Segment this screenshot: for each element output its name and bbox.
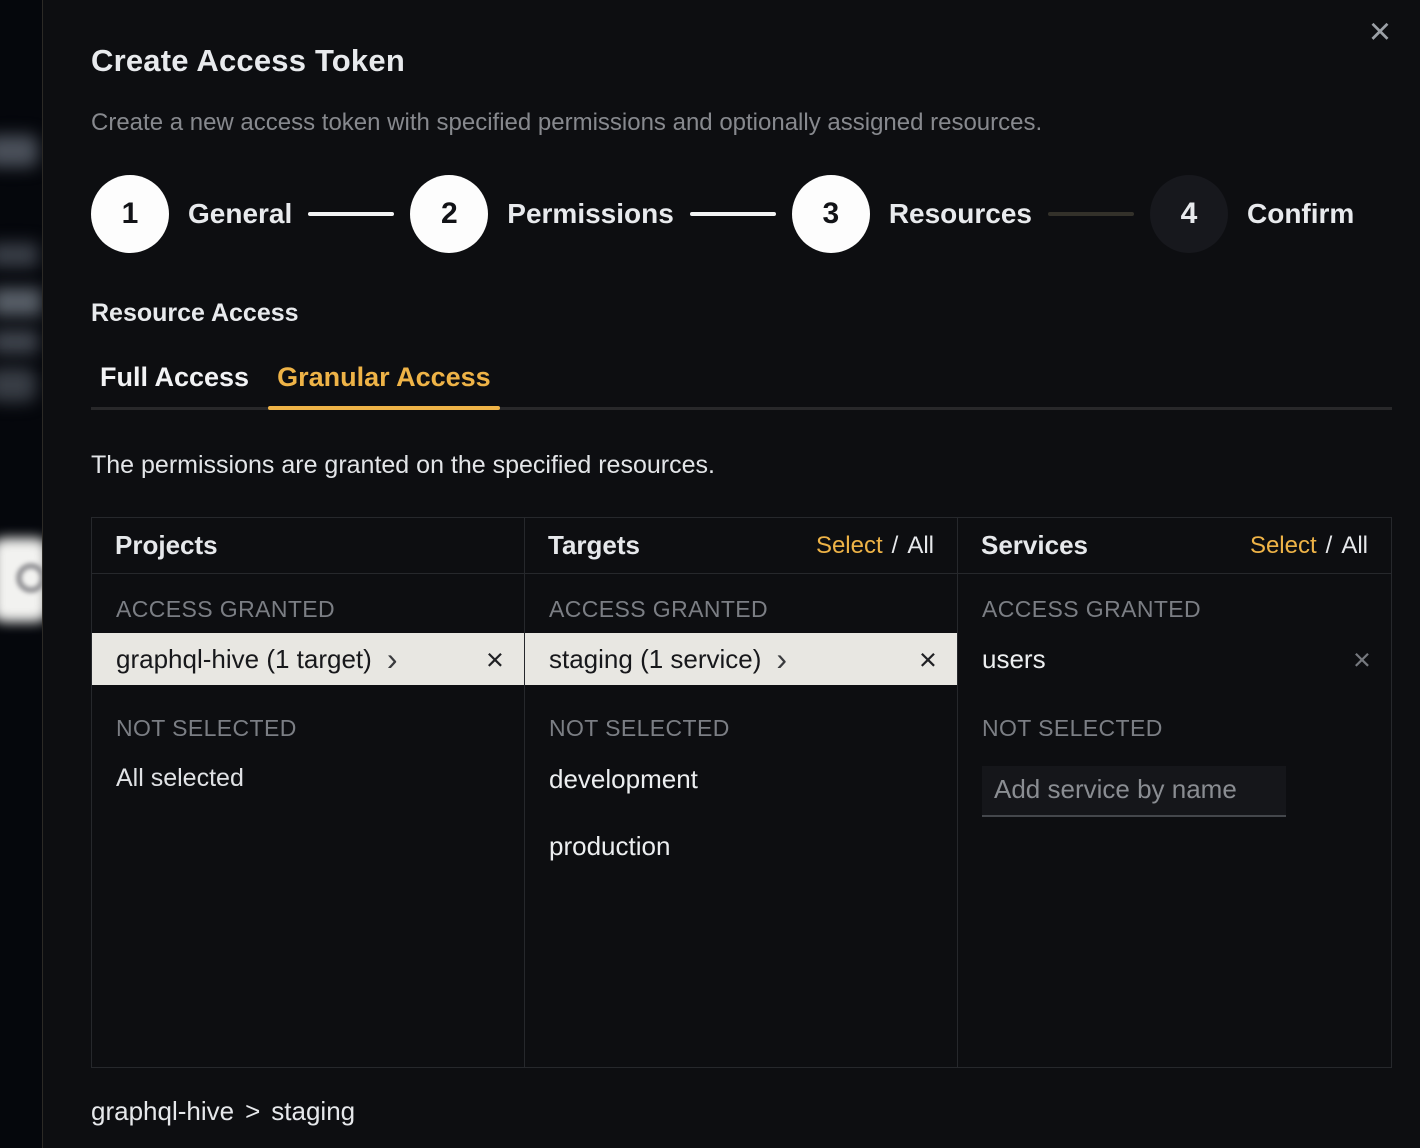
step-4-circle: 4	[1150, 175, 1228, 253]
project-row-graphql-hive[interactable]: graphql-hive (1 target) › ×	[92, 633, 524, 685]
projects-all-selected-note: All selected	[92, 752, 524, 805]
targets-access-granted-label: ACCESS GRANTED	[525, 574, 957, 633]
step-1-circle: 1	[91, 175, 169, 253]
blurred-blob	[0, 135, 38, 167]
chevron-right-icon: ›	[387, 644, 398, 674]
project-row-label: graphql-hive (1 target)	[116, 644, 372, 675]
target-row-label: staging (1 service)	[549, 644, 761, 675]
blurred-blob	[0, 368, 36, 402]
target-item-development[interactable]: development	[525, 752, 957, 807]
add-service-input[interactable]	[982, 766, 1286, 817]
blurred-blob	[0, 288, 42, 316]
services-column-title: Services	[981, 530, 1088, 561]
step-resources[interactable]: 3 Resources	[792, 175, 1032, 253]
breadcrumb-target: staging	[271, 1096, 355, 1127]
step-general[interactable]: 1 General	[91, 175, 292, 253]
blurred-blob	[0, 330, 38, 354]
targets-select-all: Select / All	[816, 532, 934, 560]
projects-access-granted-label: ACCESS GRANTED	[92, 574, 524, 633]
remove-target-icon[interactable]: ×	[919, 644, 937, 675]
blurred-background-page	[0, 0, 42, 1148]
step-connector	[690, 212, 776, 216]
targets-column: Targets Select / All ACCESS GRANTED stag…	[525, 518, 958, 1067]
targets-not-selected-label: NOT SELECTED	[525, 685, 957, 752]
chevron-right-icon: ›	[776, 644, 787, 674]
select-all-separator: /	[892, 532, 899, 560]
services-not-selected-label: NOT SELECTED	[958, 685, 1391, 752]
blurred-blob	[0, 243, 38, 267]
services-column-header: Services Select / All	[958, 518, 1391, 574]
step-4-label: Confirm	[1247, 198, 1354, 230]
targets-column-title: Targets	[548, 530, 640, 561]
projects-not-selected-label: NOT SELECTED	[92, 685, 524, 752]
projects-column: Projects ACCESS GRANTED graphql-hive (1 …	[92, 518, 525, 1067]
targets-all-link[interactable]: All	[907, 532, 934, 560]
create-access-token-dialog: × Create Access Token Create a new acces…	[42, 0, 1420, 1148]
projects-column-title: Projects	[115, 530, 218, 561]
wizard-stepper: 1 General 2 Permissions 3 Resources 4 Co…	[91, 175, 1392, 253]
step-connector	[1048, 212, 1134, 216]
service-row-label: users	[982, 644, 1046, 675]
resource-access-heading: Resource Access	[91, 298, 1392, 328]
services-all-link[interactable]: All	[1341, 532, 1368, 560]
step-3-label: Resources	[889, 198, 1032, 230]
resource-selection-table: Projects ACCESS GRANTED graphql-hive (1 …	[91, 517, 1392, 1068]
remove-project-icon[interactable]: ×	[486, 644, 504, 675]
select-all-separator: /	[1326, 532, 1333, 560]
tab-full-access[interactable]: Full Access	[91, 362, 258, 407]
permissions-note: The permissions are granted on the speci…	[91, 450, 1392, 480]
access-mode-tabs: Full Access Granular Access	[91, 362, 1392, 410]
step-2-circle: 2	[410, 175, 488, 253]
target-item-production[interactable]: production	[525, 819, 957, 874]
step-confirm[interactable]: 4 Confirm	[1150, 175, 1354, 253]
projects-column-header: Projects	[92, 518, 524, 574]
services-access-granted-label: ACCESS GRANTED	[958, 574, 1391, 633]
breadcrumb-separator-icon: >	[245, 1096, 260, 1127]
breadcrumb: graphql-hive > staging	[91, 1096, 1392, 1127]
step-1-label: General	[188, 198, 292, 230]
services-column: Services Select / All ACCESS GRANTED use…	[958, 518, 1391, 1067]
services-select-all: Select / All	[1250, 532, 1368, 560]
services-select-link[interactable]: Select	[1250, 532, 1317, 560]
dialog-title: Create Access Token	[91, 42, 1392, 80]
breadcrumb-project: graphql-hive	[91, 1096, 234, 1127]
tab-granular-access[interactable]: Granular Access	[268, 362, 500, 407]
step-3-circle: 3	[792, 175, 870, 253]
dialog-description: Create a new access token with specified…	[91, 108, 1392, 138]
close-icon[interactable]: ×	[1358, 10, 1402, 54]
step-2-label: Permissions	[507, 198, 674, 230]
targets-select-link[interactable]: Select	[816, 532, 883, 560]
step-permissions[interactable]: 2 Permissions	[410, 175, 674, 253]
blurred-ring	[16, 563, 42, 593]
targets-column-header: Targets Select / All	[525, 518, 957, 574]
remove-service-icon[interactable]: ×	[1353, 644, 1371, 675]
step-connector	[308, 212, 394, 216]
target-row-staging[interactable]: staging (1 service) › ×	[525, 633, 957, 685]
service-row-users[interactable]: users ×	[958, 633, 1391, 685]
